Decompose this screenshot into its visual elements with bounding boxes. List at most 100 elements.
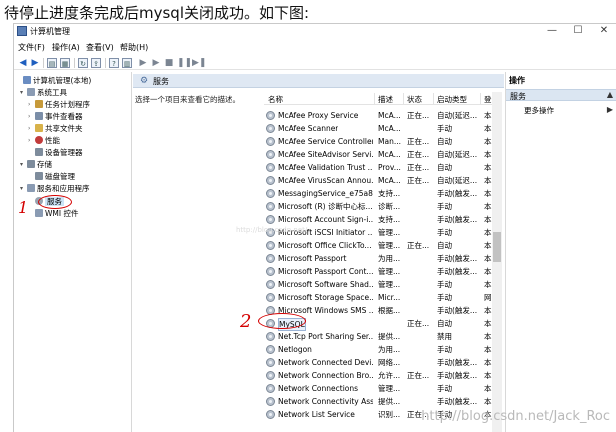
actions-pane: 操作 服务 ▲ 更多操作 ▶ [505,72,616,432]
chevron-right-icon[interactable]: ▶ [607,105,613,114]
service-desc: 为用... [378,345,401,354]
tree-node-storage[interactable]: ▾ 存储 [20,159,52,170]
refresh-icon[interactable]: ↻ [78,58,88,68]
scrollbar-thumb[interactable] [493,232,501,262]
menu-file[interactable]: 文件(F) [18,42,45,53]
service-row[interactable]: MessagingService_e75a8... 支持... 手动(触发... 本 [264,187,492,200]
tree-node-services-and-applications[interactable]: ▾ 服务和应用程序 [20,183,90,194]
start-service-icon[interactable]: ▶ [138,58,148,68]
help-icon[interactable]: ? [109,58,119,68]
menu-action[interactable]: 操作(A) [52,42,80,53]
service-row[interactable]: McAfee Service Controller Man... 正在... 自动 本 [264,135,492,148]
service-row[interactable]: Microsoft Office ClickTo... 管理... 正在... 自动 本 [264,239,492,252]
column-startup-type[interactable]: 启动类型 [437,94,467,105]
service-row[interactable]: Microsoft Account Sign-i... 支持... 手动(触发...… [264,213,492,226]
properties-icon[interactable]: ▥ [122,58,132,68]
service-desc: 管理... [378,241,401,250]
service-startup: 手动 [437,384,452,393]
close-button[interactable]: ✕ [593,24,615,38]
service-startup: 自动 [437,137,452,146]
more-actions-link[interactable]: 更多操作 [524,105,554,116]
column-name[interactable]: 名称 [268,94,283,105]
maximize-button[interactable]: ☐ [567,24,589,38]
service-row[interactable]: McAfee Validation Trust ... Prov... 正在... 自… [264,161,492,174]
service-row[interactable]: Microsoft Passport Cont... 管理... 手动(触发... 本 [264,265,492,278]
service-gear-icon [266,215,275,224]
service-desc: 网络... [378,358,401,367]
vertical-scrollbar[interactable] [492,92,502,432]
annotation-circle-mysql [258,313,306,329]
service-row[interactable]: McAfee SiteAdvisor Servi... McA... 正在... 自动… [264,148,492,161]
stop-service-icon[interactable]: ■ [164,58,174,68]
tree-node-computer-management[interactable]: 计算机管理(本地) [16,75,91,86]
service-row[interactable]: Microsoft Software Shad... 管理... 手动 本 [264,278,492,291]
service-row[interactable]: Network Connectivity Ass... 提供... 手动(触发...… [264,395,492,408]
service-logon: 网 [484,293,492,302]
service-desc: Man... [378,137,401,146]
service-row[interactable]: Network Connection Bro... 允许... 正在... 手动(触发… [264,369,492,382]
service-startup: 自动 [437,241,452,250]
forward-arrow-icon[interactable]: ▶ [30,58,40,68]
back-arrow-icon[interactable]: ◀ [18,58,28,68]
column-status[interactable]: 状态 [407,94,422,105]
service-desc: 管理... [378,267,401,276]
minimize-button[interactable]: — [541,24,563,38]
collapse-up-icon[interactable]: ▲ [607,90,613,99]
menu-view[interactable]: 查看(V) [86,42,114,53]
service-gear-icon [266,280,275,289]
service-row[interactable]: McAfee Scanner McA... 手动 本 [264,122,492,135]
service-gear-icon [266,293,275,302]
service-row[interactable]: Network Connected Devi... 网络... 手动(触发... 本 [264,356,492,369]
service-logon: 本 [484,228,492,237]
actions-header: 操作 [509,76,525,85]
tree-node-disk-management[interactable]: 磁盘管理 [28,171,75,182]
service-row[interactable]: Network Connections 管理... 手动 本 [264,382,492,395]
folder-icon [35,124,43,132]
toolbar-separator [105,58,106,68]
service-row[interactable]: Microsoft Passport 为用... 手动(触发... 本 [264,252,492,265]
service-name: Microsoft Storage Space... [278,293,373,302]
tree-node-task-scheduler[interactable]: › 任务计划程序 [28,99,90,110]
show-tree-icon[interactable]: ▦ [60,58,70,68]
service-logon: 本 [484,254,492,263]
pause-resume-icon[interactable]: ▶ [151,58,161,68]
service-startup: 手动 [437,202,452,211]
service-row[interactable]: McAfee Proxy Service McA... 正在... 自动(延迟... 本 [264,109,492,122]
restart-service-icon[interactable]: ▶❚ [192,58,206,68]
service-name: Netlogon [278,345,312,354]
pause-service-icon[interactable]: ❚❚ [177,58,192,68]
services-pane-header: ⚙ 服务 [133,74,504,88]
service-row[interactable]: Net.Tcp Port Sharing Ser... 提供... 禁用 本 [264,330,492,343]
service-row[interactable]: McAfee VirusScan Annou... McA... 正在... 自动(延… [264,174,492,187]
column-description[interactable]: 描述 [378,94,393,105]
export-list-icon[interactable]: ⇪ [91,58,101,68]
window-title: 计算机管理 [30,27,70,36]
service-desc: 提供... [378,397,401,406]
tree-node-performance[interactable]: › 性能 [28,135,60,146]
service-desc: 允许... [378,371,401,380]
service-gear-icon [266,137,275,146]
tree-node-event-viewer[interactable]: › 事件查看器 [28,111,83,122]
service-row[interactable]: Microsoft Storage Space... Micr... 手动 网 [264,291,492,304]
tree-node-shared-folders[interactable]: › 共享文件夹 [28,123,83,134]
tree-node-system-tools[interactable]: ▾ 系统工具 [20,87,67,98]
tree-node-device-manager[interactable]: 设备管理器 [28,147,83,158]
service-status: 正在... [407,241,430,250]
tree-node-wmi-control[interactable]: WMI 控件 [28,208,78,219]
service-desc: 支持... [378,189,401,198]
service-gear-icon [266,163,275,172]
menu-help[interactable]: 帮助(H) [120,42,148,53]
actions-group-services[interactable]: 服务 ▲ [506,89,616,101]
service-logon: 本 [484,332,492,341]
service-gear-icon [266,371,275,380]
service-logon: 本 [484,371,492,380]
service-row[interactable]: Microsoft (R) 诊断中心标... 诊断... 手动 本 [264,200,492,213]
up-folder-icon[interactable]: ▤ [47,58,57,68]
service-startup: 手动(触发... [437,358,478,367]
service-startup: 自动(延迟... [437,111,478,120]
service-desc: 管理... [378,384,401,393]
menu-bar: 文件(F) 操作(A) 查看(V) 帮助(H) [14,41,616,53]
service-row[interactable]: Netlogon 为用... 手动 本 [264,343,492,356]
service-desc: 诊断... [378,202,401,211]
column-logon[interactable]: 登 [484,94,492,105]
